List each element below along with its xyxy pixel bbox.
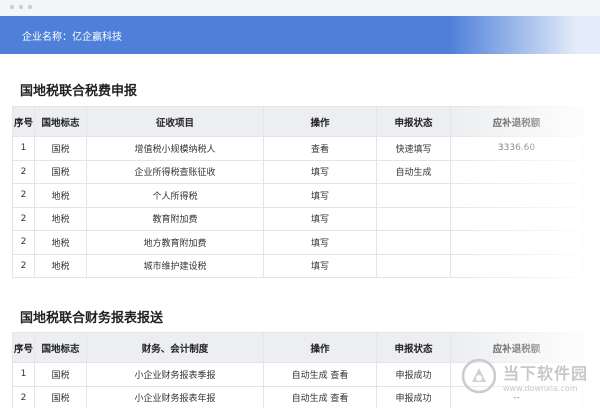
cell-tax-office: 国税	[34, 136, 87, 161]
cell-tax-office: 国税	[34, 385, 87, 408]
fill-button[interactable]: 填写	[263, 230, 377, 255]
window-dot-icon[interactable]	[28, 5, 32, 9]
table-row: 2 国税 企业所得税查账征收 填写 自动生成	[12, 159, 583, 184]
title-bar	[0, 0, 600, 16]
cell-tax-office: 地税	[34, 230, 87, 255]
cell-status	[376, 253, 451, 278]
cell-status	[376, 230, 451, 255]
cell-amount: 3336.60	[450, 136, 583, 161]
cell-tax-item: 城市维护建设税	[86, 253, 264, 278]
tax-declaration-table: 序号 国地标志 征收项目 操作 申报状态 应补退税额 1 国税 增值税小规模纳税…	[12, 106, 583, 278]
company-banner: 企业名称：亿企赢科技	[0, 16, 600, 54]
cell-index: 2	[12, 183, 35, 208]
col-header-status: 申报状态	[376, 332, 451, 363]
cell-report: 小企业财务报表季报	[86, 362, 264, 387]
watermark-logo-icon	[461, 358, 497, 394]
cell-index: 1	[12, 362, 35, 387]
table-row: 2 地税 地方教育附加费 填写	[12, 230, 583, 255]
cell-index: 2	[12, 385, 35, 408]
watermark: 当下软件园 www.downxia.com	[461, 358, 588, 394]
table-row: 2 地税 个人所得税 填写	[12, 183, 583, 208]
view-button[interactable]: 查看	[263, 136, 377, 161]
cell-amount	[450, 206, 583, 231]
auto-generate-view-button[interactable]: 自动生成 查看	[263, 362, 377, 387]
section-title-tax-declaration: 国地税联合税费申报	[20, 84, 138, 99]
table-row: 2 地税 城市维护建设税 填写	[12, 253, 583, 278]
col-header-status: 申报状态	[376, 106, 451, 137]
cell-report: 小企业财务报表年报	[86, 385, 264, 408]
col-header-index: 序号	[12, 106, 35, 137]
app-window: 企业名称：亿企赢科技 国地税联合税费申报 序号 国地标志 征收项目 操作 申报状…	[0, 0, 600, 408]
window-dot-icon[interactable]	[19, 5, 23, 9]
cell-amount	[450, 183, 583, 208]
auto-generate-view-button[interactable]: 自动生成 查看	[263, 385, 377, 408]
fill-button[interactable]: 填写	[263, 253, 377, 278]
cell-tax-office: 国税	[34, 159, 87, 184]
table-header-row: 序号 国地标志 征收项目 操作 申报状态 应补退税额	[12, 106, 583, 137]
cell-status	[376, 183, 451, 208]
window-dot-icon[interactable]	[10, 5, 14, 9]
table-row: 2 地税 教育附加费 填写	[12, 206, 583, 231]
col-header-tax-office: 国地标志	[34, 106, 87, 137]
watermark-name: 当下软件园	[502, 363, 588, 383]
fill-button[interactable]: 填写	[263, 206, 377, 231]
cell-index: 2	[12, 253, 35, 278]
cell-status	[376, 206, 451, 231]
cell-tax-item: 教育附加费	[86, 206, 264, 231]
cell-amount	[450, 253, 583, 278]
col-header-operation: 操作	[263, 332, 377, 363]
cell-index: 2	[12, 230, 35, 255]
col-header-operation: 操作	[263, 106, 377, 137]
cell-status: 自动生成	[376, 159, 451, 184]
col-header-index: 序号	[12, 332, 35, 363]
cell-status: 申报成功	[376, 362, 451, 387]
cell-amount	[450, 159, 583, 184]
cell-tax-office: 国税	[34, 362, 87, 387]
cell-tax-office: 地税	[34, 253, 87, 278]
cell-index: 1	[12, 136, 35, 161]
cell-tax-item: 增值税小规模纳税人	[86, 136, 264, 161]
cell-tax-office: 地税	[34, 183, 87, 208]
col-header-amount: 应补退税额	[450, 106, 583, 137]
cell-tax-office: 地税	[34, 206, 87, 231]
cell-tax-item: 个人所得税	[86, 183, 264, 208]
table-row: 1 国税 增值税小规模纳税人 查看 快速填写 3336.60	[12, 136, 583, 161]
fill-button[interactable]: 填写	[263, 183, 377, 208]
cell-index: 2	[12, 206, 35, 231]
watermark-url: www.downxia.com	[502, 383, 578, 393]
col-header-accounting-system: 财务、会计制度	[86, 332, 264, 363]
fill-button[interactable]: 填写	[263, 159, 377, 184]
cell-tax-item: 地方教育附加费	[86, 230, 264, 255]
cell-tax-item: 企业所得税查账征收	[86, 159, 264, 184]
cell-index: 2	[12, 159, 35, 184]
cell-amount	[450, 230, 583, 255]
company-label: 企业名称：亿企赢科技	[22, 31, 122, 43]
section-title-financial-reports: 国地税联合财务报表报送	[20, 311, 164, 326]
cell-status: 申报成功	[376, 385, 451, 408]
col-header-tax-item: 征收项目	[86, 106, 264, 137]
window-controls	[10, 5, 32, 9]
col-header-tax-office: 国地标志	[34, 332, 87, 363]
cell-status: 快速填写	[376, 136, 451, 161]
